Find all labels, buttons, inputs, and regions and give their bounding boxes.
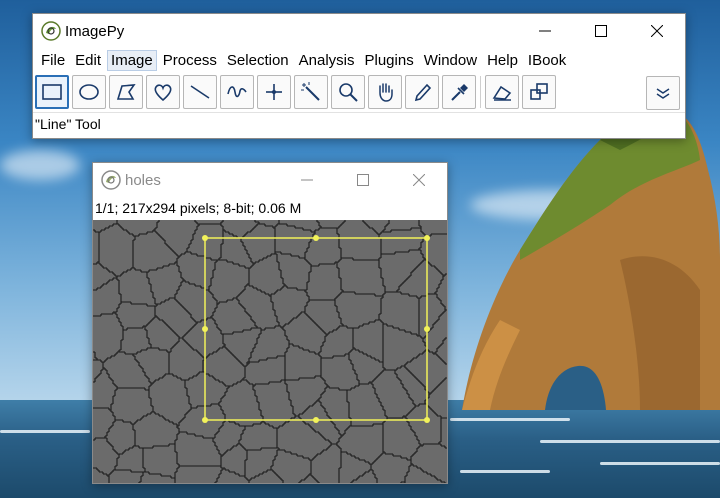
menu-window[interactable]: Window <box>420 50 481 71</box>
polyline-tool[interactable] <box>220 75 254 109</box>
maximize-button[interactable] <box>573 14 629 48</box>
menu-analysis[interactable]: Analysis <box>295 50 359 71</box>
toolbar <box>33 72 685 112</box>
menu-file[interactable]: File <box>37 50 69 71</box>
menu-plugins[interactable]: Plugins <box>361 50 418 71</box>
menu-ibook[interactable]: IBook <box>524 50 570 71</box>
minimize-button[interactable] <box>517 14 573 48</box>
tool-status: "Line" Tool <box>33 112 685 135</box>
maximize-icon <box>595 25 607 37</box>
curve-icon <box>227 86 247 98</box>
menu-image[interactable]: Image <box>107 49 157 71</box>
ellipse-tool[interactable] <box>72 75 106 109</box>
crosshair-icon <box>266 84 282 100</box>
selection-rectangle[interactable] <box>202 235 430 423</box>
close-icon <box>413 174 425 186</box>
cell-edges <box>93 220 447 483</box>
image-titlebar[interactable]: holes <box>93 163 447 197</box>
selection-handle[interactable] <box>424 417 430 423</box>
point-tool[interactable] <box>257 75 291 109</box>
freehand-tool[interactable] <box>146 75 180 109</box>
maximize-icon <box>357 174 369 186</box>
minimize-icon <box>539 30 551 32</box>
rectangle-tool[interactable] <box>35 75 69 109</box>
image-canvas[interactable] <box>93 220 447 483</box>
magic-wand-tool[interactable] <box>294 75 328 109</box>
color-picker-tool[interactable] <box>442 75 476 109</box>
double-chevron-down-icon <box>656 88 670 99</box>
menu-selection[interactable]: Selection <box>223 50 293 71</box>
selection-handle[interactable] <box>202 417 208 423</box>
line-icon <box>190 85 210 99</box>
menu-process[interactable]: Process <box>159 50 221 71</box>
image-maximize-button[interactable] <box>335 163 391 197</box>
eraser-tool[interactable] <box>485 75 519 109</box>
cell-boundaries-image <box>93 220 447 483</box>
close-icon <box>651 25 663 37</box>
hand-icon <box>379 83 393 102</box>
main-window-title: ImagePy <box>65 22 125 40</box>
image-minimize-button[interactable] <box>279 163 335 197</box>
selection-handle[interactable] <box>202 235 208 241</box>
polygon-icon <box>116 84 136 100</box>
image-window-title: holes <box>125 171 161 189</box>
eyedropper-icon <box>451 84 468 101</box>
line-tool[interactable] <box>183 75 217 109</box>
pencil-icon <box>414 83 432 102</box>
image-close-button[interactable] <box>391 163 447 197</box>
ellipse-icon <box>79 84 99 100</box>
polygon-tool[interactable] <box>109 75 143 109</box>
menubar: File Edit Image Process Selection Analys… <box>33 48 685 72</box>
rectangle-icon <box>42 84 62 100</box>
hand-tool[interactable] <box>368 75 402 109</box>
menu-help[interactable]: Help <box>483 50 522 71</box>
roi-tool[interactable] <box>522 75 556 109</box>
zoom-tool[interactable] <box>331 75 365 109</box>
imagepy-main-window: ImagePy File Edit Image Process Selectio… <box>32 13 686 139</box>
selection-handle[interactable] <box>313 417 319 423</box>
imagepy-logo-icon <box>41 21 61 41</box>
more-tools-button[interactable] <box>646 76 680 110</box>
image-info-bar: 1/1; 217x294 pixels; 8-bit; 0.06 M <box>95 200 302 216</box>
close-button[interactable] <box>629 14 685 48</box>
imagepy-logo-icon <box>101 170 121 190</box>
heart-shape-icon <box>154 84 172 102</box>
menu-edit[interactable]: Edit <box>71 50 105 71</box>
overlap-squares-icon <box>530 83 548 100</box>
minimize-icon <box>301 179 313 181</box>
selection-handle[interactable] <box>424 235 430 241</box>
magic-wand-icon <box>301 82 320 101</box>
magnifier-icon <box>339 83 358 102</box>
selection-handle[interactable] <box>313 235 319 241</box>
selection-handle[interactable] <box>424 326 430 332</box>
image-window-holes: holes 1/1; 217x294 pixels; 8-bit; 0.06 M <box>92 162 448 484</box>
eraser-icon <box>492 85 512 101</box>
pencil-tool[interactable] <box>405 75 439 109</box>
main-titlebar[interactable]: ImagePy <box>33 14 685 48</box>
selection-handle[interactable] <box>202 326 208 332</box>
toolbar-separator <box>480 76 481 108</box>
